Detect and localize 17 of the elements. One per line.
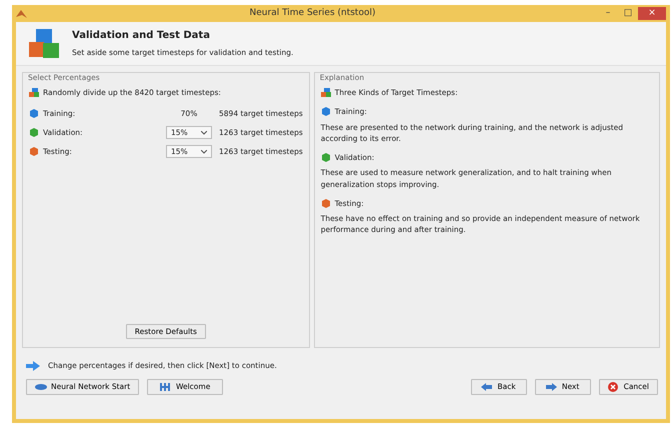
cancel-icon [608, 382, 620, 392]
maximize-button[interactable]: □ [618, 6, 638, 20]
close-button[interactable]: × [638, 6, 666, 20]
right-arrow-icon [546, 382, 558, 392]
page-title: Validation and Test Data [72, 29, 211, 44]
arrow-icon [26, 360, 40, 371]
network-icon [35, 382, 47, 392]
cubes-icon [28, 28, 62, 60]
cubes-icon [29, 88, 39, 98]
caret-icon [201, 150, 207, 154]
app-icon [16, 8, 27, 18]
grid-icon [160, 382, 172, 392]
left-arrow-icon [481, 382, 494, 392]
cubes-icon [320, 88, 331, 98]
minimize-button[interactable]: – [598, 6, 618, 20]
caret-icon [201, 130, 207, 135]
window-title: Neural Time Series (ntstool) [248, 6, 376, 20]
